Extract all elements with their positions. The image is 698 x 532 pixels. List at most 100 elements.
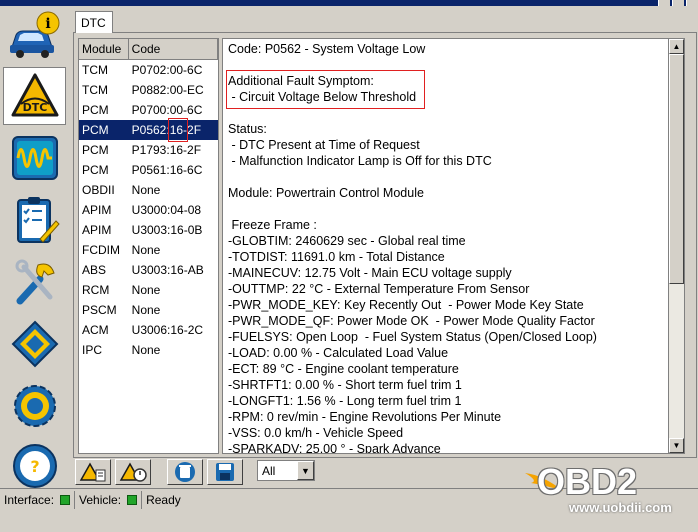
save-button[interactable] [207, 459, 243, 485]
dtc-icon: DTC [11, 73, 58, 117]
column-header-code[interactable]: Code [129, 39, 218, 59]
symptom-highlight-marker [226, 70, 425, 109]
oscilloscope-button[interactable] [3, 129, 66, 187]
dtc-button[interactable]: DTC [3, 67, 66, 125]
column-header-module[interactable]: Module [79, 39, 129, 59]
arrow-down-icon: ▼ [672, 441, 681, 450]
status-state: Ready [142, 491, 185, 509]
detail-line: -LONGFT1: 1.56 % - Long term fuel trim 1 [228, 394, 462, 408]
scroll-up-button[interactable]: ▲ [669, 39, 684, 54]
checklist-icon [16, 197, 60, 243]
table-row[interactable]: PCM P0561:16-6C [79, 160, 218, 180]
tab-dtc-label: DTC [81, 16, 106, 30]
table-row[interactable]: TCM P0882:00-EC [79, 80, 218, 100]
detail-line: -VSS: 0.0 km/h - Vehicle Speed [228, 426, 404, 440]
cell-module: PCM [82, 123, 109, 137]
detail-line: -PWR_MODE_QF: Power Mode OK - Power Mode… [228, 314, 595, 328]
table-row[interactable]: PCM P0562:16-2F [79, 120, 218, 140]
module-button[interactable] [3, 315, 66, 373]
module-chip-icon [11, 320, 58, 368]
clear-dtc-button[interactable] [167, 459, 203, 485]
status-vehicle: Vehicle: [75, 490, 143, 509]
cell-module: FCDIM [82, 243, 120, 257]
scroll-down-button[interactable]: ▼ [669, 438, 684, 453]
watermark-url: www.uobdii.com [569, 500, 672, 515]
table-row[interactable]: APIM U3003:16-0B [79, 220, 218, 240]
cell-code: P0561:16-6C [131, 163, 203, 177]
close-button[interactable] [686, 0, 698, 6]
detail-line: Freeze Frame : [228, 218, 317, 232]
cell-module: ACM [82, 323, 109, 337]
checklist-button[interactable] [3, 191, 66, 249]
detail-line: -OUTTMP: 22 °C - External Temperature Fr… [228, 282, 530, 296]
chevron-down-icon[interactable]: ▼ [297, 461, 314, 480]
dtc-filter-select[interactable]: All ▼ [257, 460, 315, 481]
vehicle-info-icon: i [9, 11, 59, 58]
table-row[interactable]: RCM None [79, 280, 218, 300]
maximize-button[interactable] [672, 0, 684, 6]
dtc-table-body: TCM P0702:00-6C TCM P0882:00-EC PCM P0700:00-… [79, 60, 218, 360]
table-row[interactable]: IPC None [79, 340, 218, 360]
cell-module: TCM [82, 83, 108, 97]
tools-icon [15, 259, 55, 305]
detail-line: -ECT: 89 °C - Engine coolant temperature [228, 362, 459, 376]
table-row[interactable]: PCM P0700:00-6C [79, 100, 218, 120]
detail-scrollbar[interactable]: ▲ ▼ [669, 38, 685, 454]
cell-module: PCM [82, 163, 109, 177]
table-row[interactable]: OBDII None [79, 180, 218, 200]
svg-text:?: ? [30, 457, 39, 476]
detail-line: -FUELSYS: Open Loop - Fuel System Status… [228, 330, 597, 344]
table-row[interactable]: PSCM None [79, 300, 218, 320]
cell-code: P0700:00-6C [131, 103, 203, 117]
table-row[interactable]: APIM U3000:04-08 [79, 200, 218, 220]
help-wheel-icon: ? [12, 444, 57, 488]
svg-text:i: i [45, 16, 50, 32]
cell-code: U3000:04-08 [131, 203, 202, 217]
arrow-up-icon: ▲ [672, 42, 681, 51]
tools-button[interactable] [3, 253, 66, 311]
dtc-table-header: Module Code [79, 39, 218, 60]
dtc-table: Module Code TCM P0702:00-6C TCM P0882:00-EC… [78, 38, 219, 454]
detail-line: - DTC Present at Time of Request [228, 138, 420, 152]
dtc-filter-value: All [262, 463, 276, 478]
detail-line: -GLOBTIM: 2460629 sec - Global real time [228, 234, 466, 248]
minimize-button[interactable] [658, 0, 670, 6]
cell-module: RCM [82, 283, 110, 297]
detail-line: -LOAD: 0.00 % - Calculated Load Value [228, 346, 449, 360]
cell-code: P0882:00-EC [131, 83, 204, 97]
detail-line: -SHRTFT1: 0.00 % - Short term fuel trim … [228, 378, 462, 392]
cell-code: None [131, 183, 161, 197]
cell-code: None [131, 343, 161, 357]
detail-line: -SPARKADV: 25.00 ° - Spark Advance [228, 442, 441, 454]
table-row[interactable]: TCM P0702:00-6C [79, 60, 218, 80]
cell-code: None [131, 283, 161, 297]
scroll-thumb[interactable] [669, 54, 684, 284]
settings-button[interactable] [3, 377, 66, 435]
interface-status-led-icon [60, 494, 71, 505]
cell-module: APIM [82, 203, 112, 217]
vehicle-info-button[interactable]: i [3, 7, 66, 65]
cell-code: P1793:16-2F [131, 143, 202, 157]
dtc-report-button[interactable] [75, 459, 111, 485]
dtc-freeze-icon [119, 462, 147, 482]
table-row[interactable]: ACM U3006:16-2C [79, 320, 218, 340]
clear-dtc-icon [175, 462, 195, 482]
help-button[interactable]: ? [3, 437, 66, 495]
detail-line: -MAINECUV: 12.75 Volt - Main ECU voltage… [228, 266, 512, 280]
cell-code: None [131, 303, 161, 317]
cell-module: PCM [82, 103, 109, 117]
table-row[interactable]: FCDIM None [79, 240, 218, 260]
interface-label: Interface: [4, 492, 55, 507]
svg-text:DTC: DTC [22, 101, 47, 114]
cell-module: PCM [82, 143, 109, 157]
watermark: OBD2 www.uobdii.com [523, 457, 698, 517]
cell-module: APIM [82, 223, 112, 237]
cell-module: ABS [82, 263, 107, 277]
dtc-freeze-button[interactable] [115, 459, 151, 485]
cell-module: TCM [82, 63, 108, 77]
table-row[interactable]: PCM P1793:16-2F [79, 140, 218, 160]
table-row[interactable]: ABS U3003:16-AB [79, 260, 218, 280]
window-titlebar [0, 0, 698, 6]
tab-dtc[interactable]: DTC [75, 11, 113, 33]
watermark-logo: OBD2 [537, 461, 638, 502]
